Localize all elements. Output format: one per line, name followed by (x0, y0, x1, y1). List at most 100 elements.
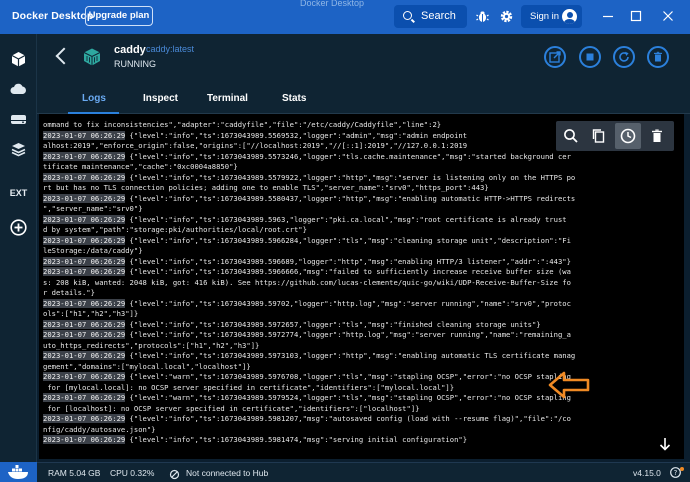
log-timestamp: 2023-01-07 06:26:29 (43, 267, 126, 276)
log-timestamp: 2023-01-07 06:26:29 (43, 130, 126, 140)
log-message: ","server_name":"srv0"} (43, 204, 143, 213)
log-line: r details."} (43, 288, 95, 298)
log-line: 2023-01-07 06:26:29 {"level":"info","ts"… (43, 193, 576, 204)
log-line: 2023-01-07 06:26:29 {"level":"info","ts"… (43, 151, 571, 162)
log-line: 2023-01-07 06:26:29 {"level":"info","ts"… (43, 235, 571, 246)
images-cloud-icon[interactable] (9, 80, 28, 99)
log-message: alhost:2019","enforce_origin":false,"ori… (43, 141, 468, 150)
delete-button[interactable] (647, 46, 669, 68)
log-message: {"level":"info","ts":1673043989.5579922,… (125, 172, 576, 182)
log-line: ols":["h1","h2","h3"]} (43, 309, 138, 319)
log-timestamp: 2023-01-07 06:26:29 (43, 172, 126, 182)
docker-desktop-window: Docker Desktop Docker Desktop Upgrade pl… (0, 0, 690, 482)
log-message: {"level":"info","ts":1673043989.5580437,… (125, 193, 576, 203)
log-timestamp: 2023-01-07 06:26:29 (43, 319, 126, 329)
log-message: {"level":"info","ts":1673043989.5573246,… (125, 151, 571, 161)
status-bar (0, 462, 690, 482)
app-name: Docker Desktop (12, 10, 94, 22)
log-message: s: 208 kiB, wanted: 2048 kiB, got: 416 k… (43, 277, 571, 287)
log-message: ommand to fix inconsistencies","adapter"… (43, 120, 442, 129)
containers-icon[interactable] (9, 50, 28, 69)
scroll-to-bottom-icon[interactable] (658, 436, 672, 452)
log-line: ommand to fix inconsistencies","adapter"… (43, 120, 441, 130)
tab-bar (37, 82, 690, 114)
container-icon (82, 47, 102, 67)
log-message: d by system","path":"storage:pki/authori… (43, 225, 307, 234)
log-message: tificate maintenance","cache":"0xc0004a8… (43, 162, 238, 171)
log-timestamp: 2023-01-07 06:26:29 (43, 351, 126, 360)
log-timestamp: 2023-01-07 06:26:29 (43, 372, 126, 381)
log-message: {"level":"info","ts":1673043989.5972774,… (125, 330, 571, 339)
log-line: s: 208 kiB, wanted: 2048 kiB, got: 416 k… (43, 278, 571, 288)
log-message: ols":["h1","h2","h3"]} (43, 309, 139, 318)
search-label: Search (421, 10, 456, 22)
clear-logs-trash-icon[interactable] (644, 123, 670, 149)
avatar-icon (562, 9, 577, 24)
hub-disconnected-icon (169, 467, 180, 480)
minimize-icon[interactable] (599, 8, 617, 24)
log-timestamp: 2023-01-07 06:26:29 (43, 330, 126, 339)
log-line: leStorage:/data/caddy"} (43, 246, 143, 256)
hub-status: Not connected to Hub (186, 468, 269, 478)
restart-button[interactable] (613, 46, 635, 68)
maximize-icon[interactable] (627, 8, 645, 24)
container-name: caddy (114, 44, 146, 56)
log-timestamp: 2023-01-07 06:26:29 (43, 193, 126, 203)
log-line: tificate maintenance","cache":"0xc0004a8… (43, 162, 238, 172)
title-bar: Docker Desktop Docker Desktop Upgrade pl… (0, 0, 690, 34)
log-message: {"level":"info","ts":1673043989.5966666,… (125, 267, 571, 276)
left-sidebar (0, 34, 37, 482)
log-line: 2023-01-07 06:26:29 {"level":"info","ts"… (43, 351, 575, 361)
tab-stats[interactable]: Stats (282, 93, 306, 104)
log-message: leStorage:/data/caddy"} (43, 246, 143, 255)
log-message: {"level":"info","ts":1673043989.5966284,… (125, 235, 571, 245)
tab-logs[interactable]: Logs (82, 93, 106, 104)
log-timestamp: 2023-01-07 06:26:29 (43, 393, 126, 402)
log-message: r details."} (43, 288, 95, 297)
notifications-icon[interactable]: ? (669, 466, 685, 479)
log-toolbar (556, 121, 674, 151)
container-status: RUNNING (114, 59, 156, 69)
log-output[interactable]: ommand to fix inconsistencies","adapter"… (39, 114, 684, 459)
docker-whale-icon[interactable] (0, 462, 37, 482)
log-line: 2023-01-07 06:26:29 {"level":"info","ts"… (43, 435, 467, 445)
ram-usage: RAM 5.04 GB (48, 468, 101, 478)
open-in-browser-button[interactable] (544, 46, 566, 68)
log-line: 2023-01-07 06:26:29 {"level":"warn","ts"… (43, 393, 571, 403)
close-icon[interactable] (659, 8, 677, 24)
volumes-icon[interactable] (9, 110, 28, 129)
search-logs-icon[interactable] (558, 123, 584, 149)
stop-button[interactable] (579, 46, 601, 68)
search-button[interactable]: Search (394, 5, 467, 28)
sign-in-button[interactable]: Sign in (521, 5, 582, 28)
svg-text:?: ? (674, 469, 678, 477)
annotation-arrow-icon (548, 370, 592, 400)
tab-inspect[interactable]: Inspect (143, 93, 178, 104)
window-title: Docker Desktop (300, 0, 365, 8)
log-timestamp: 2023-01-07 06:26:29 (43, 151, 126, 161)
bug-icon[interactable] (475, 9, 490, 24)
dev-environments-icon[interactable] (9, 140, 28, 159)
log-line: for [localhost]: no OCSP server specifie… (43, 404, 419, 414)
copy-icon[interactable] (586, 123, 612, 149)
log-line: ","server_name":"srv0"} (43, 204, 143, 214)
add-extension-icon[interactable] (9, 218, 28, 237)
app-version: v4.15.0 (633, 468, 661, 478)
container-image-link[interactable]: caddy:latest (146, 44, 194, 54)
upgrade-plan-button[interactable]: Upgrade plan (85, 6, 153, 26)
gear-icon[interactable] (499, 9, 514, 24)
log-line: 2023-01-07 06:26:29 {"level":"info","ts"… (43, 298, 571, 309)
log-timestamp: 2023-01-07 06:26:29 (43, 435, 126, 444)
log-timestamp: 2023-01-07 06:26:29 (43, 256, 126, 266)
log-message: for [mylocal.local]: no OCSP server spec… (43, 382, 455, 392)
timestamps-clock-icon[interactable] (615, 123, 641, 149)
log-line: rt but has no TLS connection policies; a… (43, 183, 489, 193)
log-line: 2023-01-07 06:26:29 {"level":"info","ts"… (43, 319, 541, 330)
log-timestamp: 2023-01-07 06:26:29 (43, 414, 126, 423)
log-message: uto_https_redirects","protocols":["h1","… (43, 340, 260, 350)
log-message: {"level":"info","ts":1673043989.5981474,… (125, 435, 468, 444)
tab-terminal[interactable]: Terminal (207, 93, 248, 104)
log-message: for [localhost]: no OCSP server specifie… (43, 403, 420, 413)
log-line: 2023-01-07 06:26:29 {"level":"info","ts"… (43, 267, 571, 277)
log-line: uto_https_redirects","protocols":["h1","… (43, 341, 259, 351)
